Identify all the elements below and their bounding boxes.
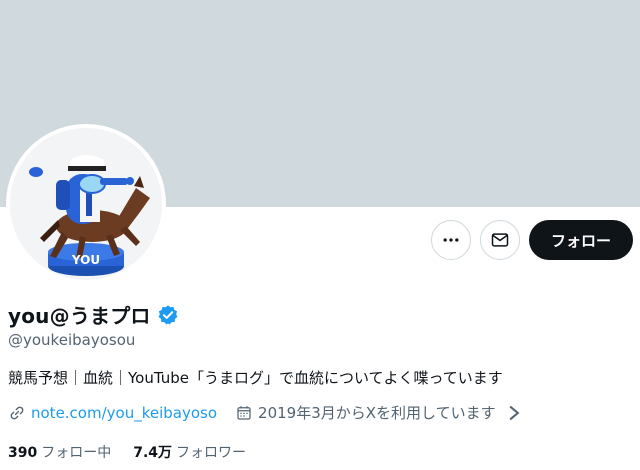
more-button[interactable] [430, 220, 471, 260]
profile-stats: 390 フォロー中 7.4万 フォロワー [8, 442, 268, 462]
calendar-icon [237, 405, 251, 420]
avatar[interactable]: YOU [6, 124, 166, 284]
link-icon [10, 406, 24, 419]
profile-name-row: you@うまプロ [8, 300, 179, 329]
website-item[interactable]: note.com/you_keibayoso [8, 404, 217, 422]
profile-bio: 競馬予想｜血統｜YouTube「うまログ」で血統についてよく喋っています [8, 369, 503, 387]
message-button[interactable] [479, 220, 520, 260]
display-name: you@うまプロ [8, 304, 151, 328]
profile-handle: @youkeibayosou [8, 331, 136, 349]
followers-stat[interactable]: 7.4万 フォロワー [133, 442, 246, 462]
avatar-image: YOU [10, 128, 162, 280]
following-stat[interactable]: 390 フォロー中 [8, 442, 111, 462]
profile-meta: note.com/you_keibayoso 2019年3月からXを利用していま… [8, 402, 541, 423]
envelope-icon [491, 233, 509, 247]
following-count: 390 [8, 445, 38, 461]
joined-text: 2019年3月からXを利用しています [258, 404, 496, 422]
followers-label: フォロワー [176, 445, 247, 461]
website-link[interactable]: note.com/you_keibayoso [31, 404, 217, 422]
chevron-right-icon [509, 405, 520, 420]
avatar-label: YOU [71, 253, 100, 267]
following-label: フォロー中 [41, 445, 112, 461]
profile-actions: フォロー [430, 220, 633, 260]
followers-count: 7.4万 [133, 445, 173, 461]
joined-item[interactable]: 2019年3月からXを利用しています [235, 402, 523, 423]
more-dots-icon [443, 238, 459, 242]
verified-badge-icon[interactable] [157, 304, 179, 326]
follow-button[interactable]: フォロー [528, 220, 633, 260]
